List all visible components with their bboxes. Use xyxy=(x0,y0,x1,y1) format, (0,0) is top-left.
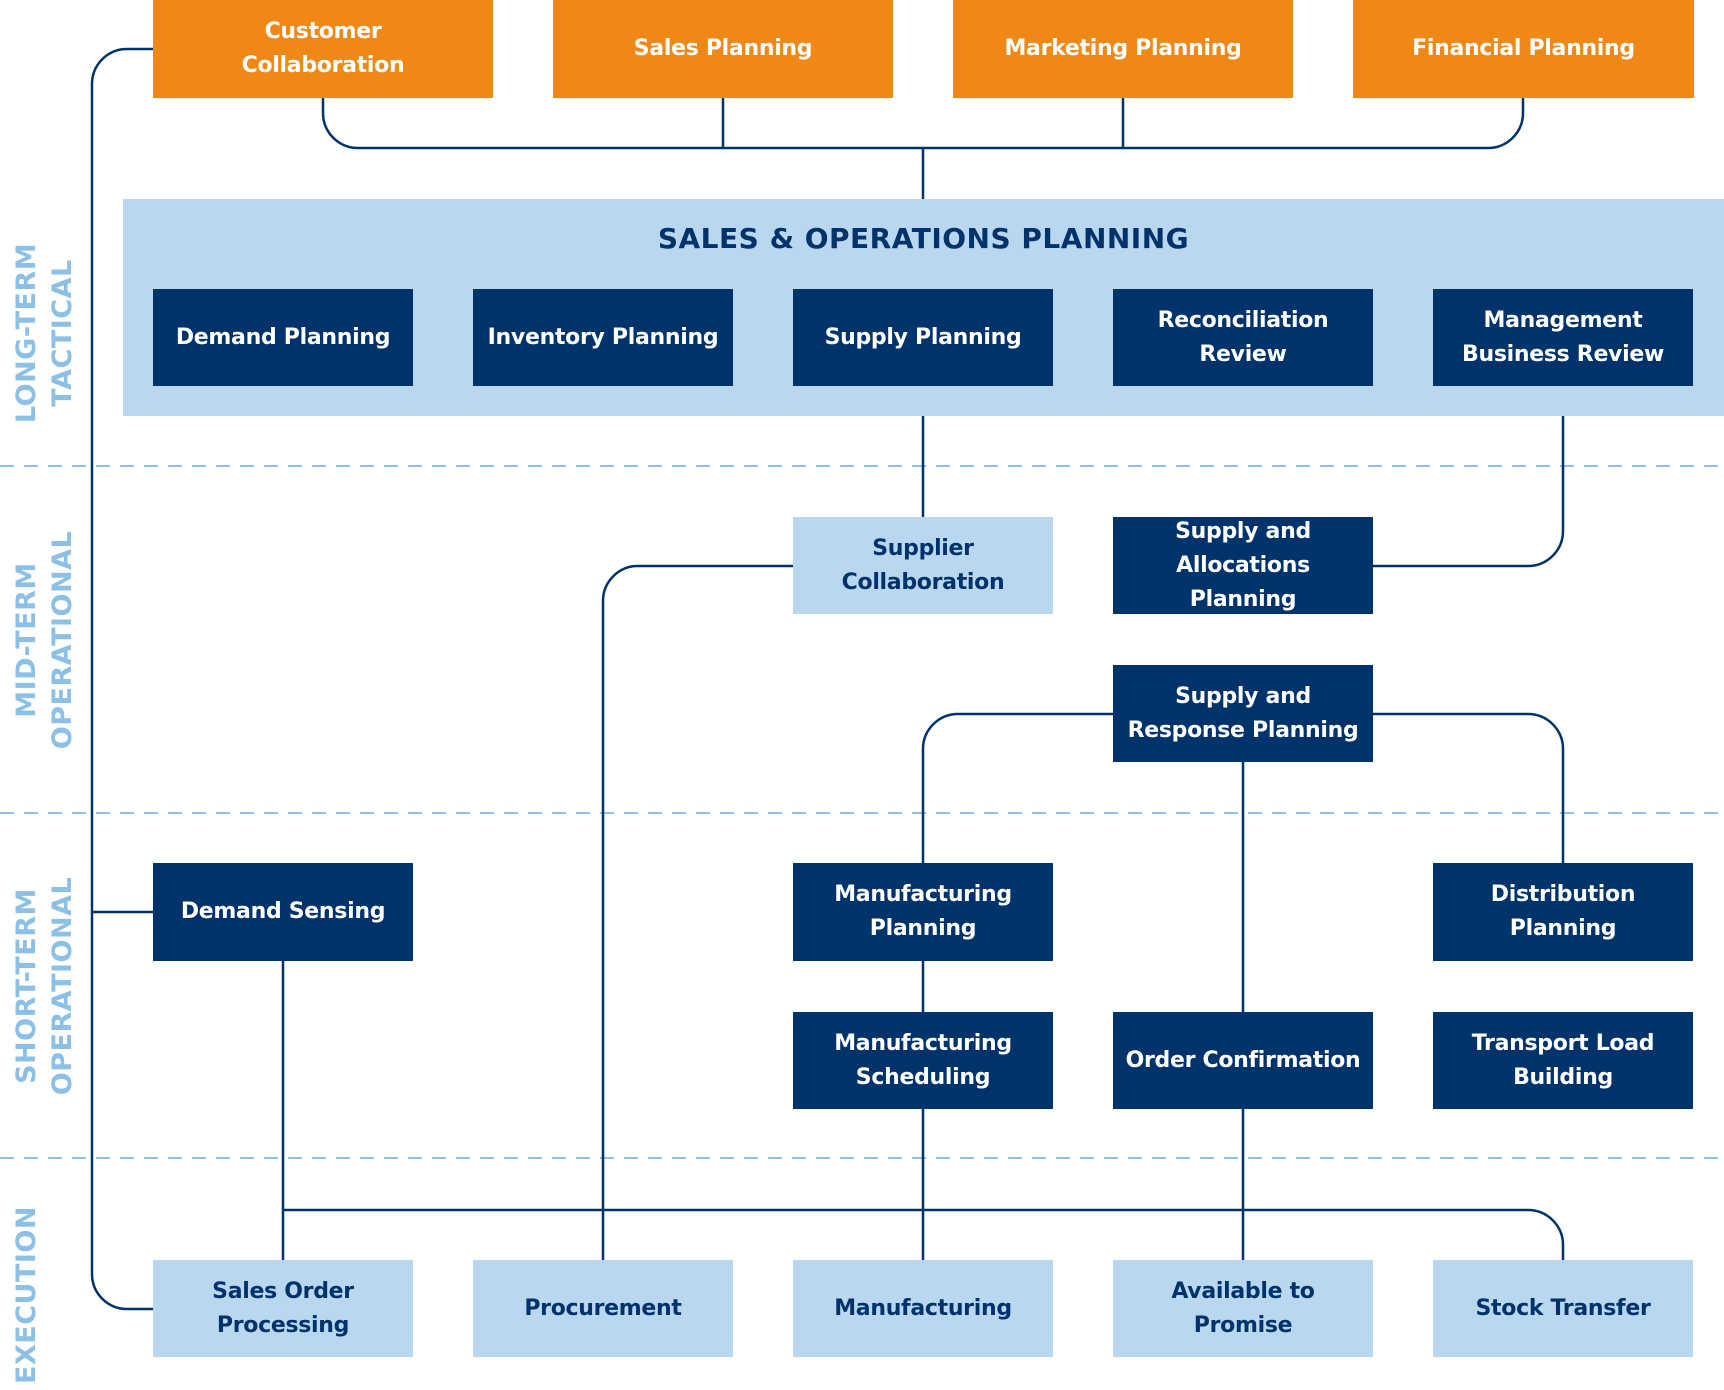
order-confirmation[interactable]: Order Confirmation xyxy=(1113,1012,1373,1109)
tier-label-line: EXECUTION xyxy=(11,1206,42,1384)
exec-available-to-promise[interactable]: Available to Promise xyxy=(1113,1260,1373,1357)
exec-stock-transfer[interactable]: Stock Transfer xyxy=(1433,1260,1693,1357)
exec-sales-order-processing[interactable]: Sales Order Processing xyxy=(153,1260,413,1357)
tier-label-execution: EXECUTION xyxy=(0,1200,72,1390)
box-label: Manufacturing Scheduling xyxy=(834,1030,1012,1090)
tier-label-line: OPERATIONAL xyxy=(47,876,79,1095)
connector-response-to-mfg-planning xyxy=(921,712,1113,863)
input-sales-planning[interactable]: Sales Planning xyxy=(553,0,893,98)
box-label: Supply and Allocations Planning xyxy=(1175,518,1311,612)
input-customer-collaboration[interactable]: Customer Collaboration xyxy=(153,0,493,98)
sop-supply-planning[interactable]: Supply Planning xyxy=(793,289,1053,386)
box-label: Supply Planning xyxy=(824,324,1022,350)
box-label: Transport Load Building xyxy=(1471,1030,1655,1090)
transport-load-building[interactable]: Transport Load Building xyxy=(1433,1012,1693,1109)
sop-title: SALES & OPERATIONS PLANNING xyxy=(657,222,1190,255)
box-label: Inventory Planning xyxy=(487,324,719,350)
distribution-planning[interactable]: Distribution Planning xyxy=(1433,863,1693,961)
box-label: Sales Order Processing xyxy=(212,1278,354,1338)
box-label: Management Business Review xyxy=(1462,307,1664,367)
box-label: Marketing Planning xyxy=(1004,36,1242,61)
connector-response-to-distribution xyxy=(1373,712,1565,863)
box-label: Sales Planning xyxy=(633,36,813,61)
input-financial-planning[interactable]: Financial Planning xyxy=(1353,0,1694,98)
supply-response-planning[interactable]: Supply and Response Planning xyxy=(1113,665,1373,762)
box-label: Reconciliation Review xyxy=(1157,307,1329,367)
sop-inventory-planning[interactable]: Inventory Planning xyxy=(473,289,733,386)
supplier-collaboration[interactable]: Supplier Collaboration xyxy=(793,517,1053,614)
supply-allocations-planning[interactable]: Supply and Allocations Planning xyxy=(1113,517,1373,614)
sop-demand-planning[interactable]: Demand Planning xyxy=(153,289,413,386)
box-label: Demand Planning xyxy=(175,324,391,350)
tier-label-line: MID-TERM xyxy=(11,561,43,718)
box-label: Manufacturing Planning xyxy=(834,882,1012,941)
tier-label-line: OPERATIONAL xyxy=(47,530,79,749)
box-label: Stock Transfer xyxy=(1475,1295,1651,1321)
connector-inputs-bus xyxy=(321,98,1525,150)
manufacturing-scheduling[interactable]: Manufacturing Scheduling xyxy=(793,1012,1053,1109)
tier-label-long-term: LONG-TERM TACTICAL xyxy=(0,199,90,466)
tier-label-line: SHORT-TERM xyxy=(11,887,43,1084)
box-label: Demand Sensing xyxy=(180,899,386,924)
tier-label-line: TACTICAL xyxy=(47,258,78,407)
manufacturing-planning[interactable]: Manufacturing Planning xyxy=(793,863,1053,961)
box-label: Supply and Response Planning xyxy=(1127,683,1359,743)
box-label: Order Confirmation xyxy=(1125,1047,1361,1073)
sop-reconciliation-review[interactable]: Reconciliation Review xyxy=(1113,289,1373,386)
box-label: Available to Promise xyxy=(1171,1278,1315,1338)
tier-label-short-term: SHORT-TERM OPERATIONAL xyxy=(0,813,90,1158)
box-label: Manufacturing xyxy=(834,1295,1012,1321)
exec-procurement[interactable]: Procurement xyxy=(473,1260,733,1357)
box-label: Distribution Planning xyxy=(1490,882,1636,941)
demand-sensing[interactable]: Demand Sensing xyxy=(153,863,413,961)
box-label: Supplier Collaboration xyxy=(841,535,1005,595)
exec-manufacturing[interactable]: Manufacturing xyxy=(793,1260,1053,1357)
input-marketing-planning[interactable]: Marketing Planning xyxy=(953,0,1293,98)
connector-supplier-collab-to-procurement xyxy=(601,564,793,1260)
box-label: Financial Planning xyxy=(1412,36,1635,61)
box-label: Customer Collaboration xyxy=(241,19,405,78)
sop-management-business-review[interactable]: Management Business Review xyxy=(1433,289,1693,386)
tier-label-mid-term: MID-TERM OPERATIONAL xyxy=(0,466,90,813)
box-label: Procurement xyxy=(524,1295,682,1321)
tier-label-line: LONG-TERM xyxy=(11,242,42,423)
